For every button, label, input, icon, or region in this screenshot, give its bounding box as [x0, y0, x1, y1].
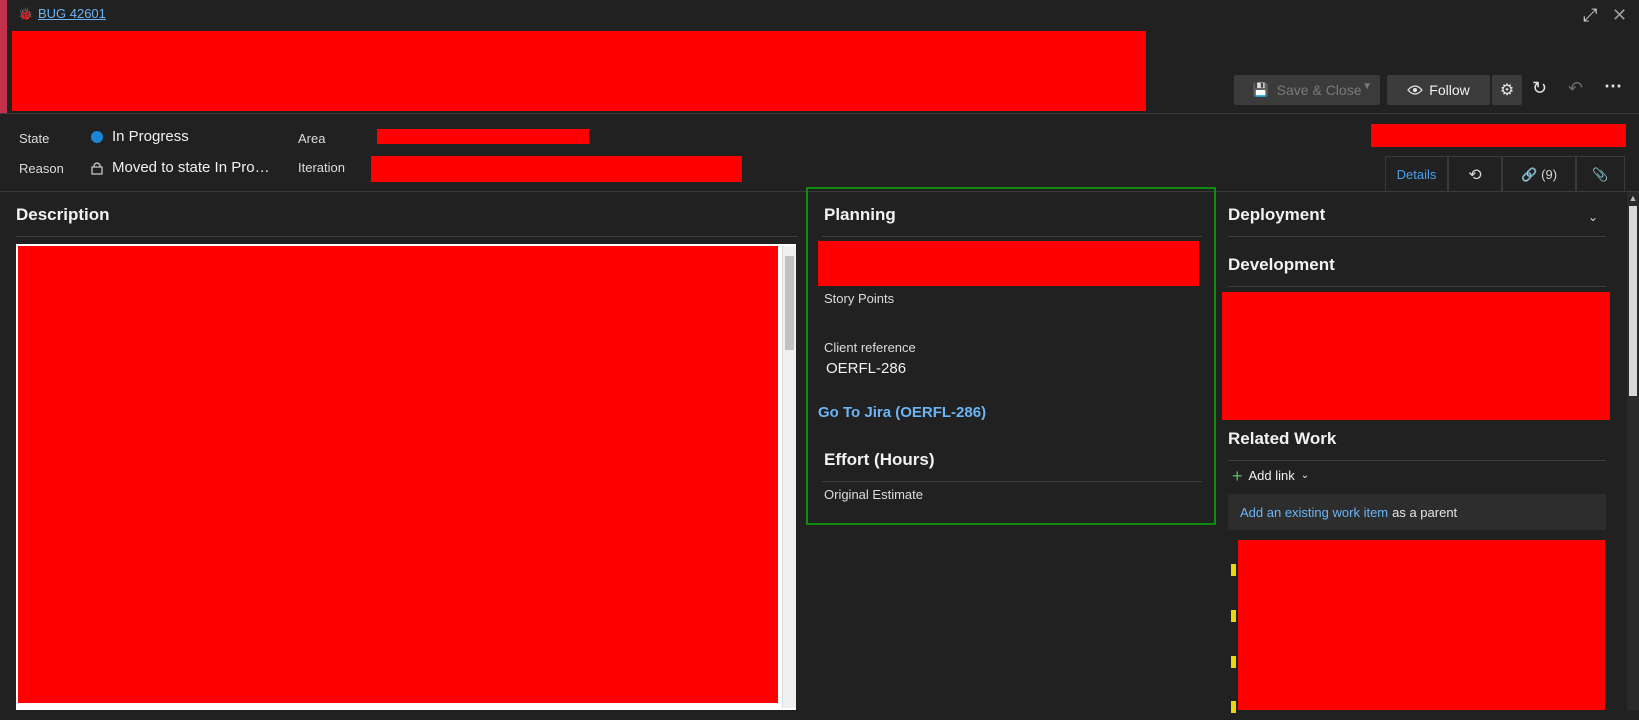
planning-field-redacted[interactable] [818, 241, 1199, 286]
client-reference-label: Client reference [824, 340, 916, 355]
work-item-type-marker [1231, 564, 1236, 576]
planning-highlight-box [806, 187, 1216, 525]
planning-underline [822, 236, 1202, 237]
iteration-label: Iteration [298, 160, 345, 175]
follow-label: Follow [1429, 82, 1470, 98]
work-item-type-marker [1231, 656, 1236, 668]
tab-details[interactable]: Details [1385, 156, 1448, 192]
header-divider [0, 113, 1639, 114]
page-scroll-thumb[interactable] [1629, 206, 1637, 396]
undo-icon[interactable]: ↶ [1568, 78, 1583, 99]
reason-field[interactable]: Moved to state In Pro… [91, 159, 270, 176]
work-item-id[interactable]: 🐞 BUG 42601 [18, 6, 106, 21]
add-link-label: Add link [1248, 468, 1295, 483]
related-work-list-redacted[interactable] [1238, 540, 1605, 710]
lock-icon [91, 161, 103, 175]
scroll-up-arrow-icon[interactable]: ▲ [1628, 193, 1638, 203]
title-redacted[interactable] [12, 31, 1146, 111]
state-label: State [19, 131, 50, 146]
related-work-underline [1228, 460, 1606, 461]
area-value-redacted[interactable] [377, 129, 589, 144]
top-right-redacted [1371, 124, 1626, 147]
tab-attachments[interactable]: 📎 [1576, 156, 1625, 192]
work-item-id-link[interactable]: BUG 42601 [38, 6, 106, 21]
description-scroll-thumb[interactable] [785, 256, 794, 350]
tab-history[interactable]: ⟲ [1448, 156, 1502, 192]
page-scrollbar[interactable]: ▲ [1627, 192, 1639, 710]
chevron-down-icon[interactable]: ▼ [1362, 81, 1372, 92]
development-underline [1228, 286, 1606, 287]
development-title: Development [1228, 255, 1335, 274]
save-close-label: Save & Close [1276, 82, 1362, 98]
client-reference-value[interactable]: OERFL-286 [826, 360, 906, 377]
links-count: (9) [1541, 167, 1558, 182]
reason-label: Reason [19, 161, 64, 176]
gear-icon: ⚙ [1499, 82, 1515, 99]
planning-title: Planning [824, 205, 896, 224]
story-points-label: Story Points [824, 291, 895, 306]
description-content-redacted [18, 246, 778, 703]
deployment-title[interactable]: Deployment [1228, 205, 1325, 225]
iteration-value-redacted[interactable] [371, 156, 742, 182]
state-field[interactable]: In Progress [91, 128, 189, 145]
history-icon: ⟲ [1468, 166, 1482, 184]
paperclip-icon: 📎 [1592, 166, 1609, 182]
close-icon[interactable]: ✕ [1612, 6, 1627, 24]
development-content-redacted [1222, 292, 1610, 420]
state-dot-icon [91, 130, 103, 143]
chevron-down-icon[interactable]: ⌄ [1588, 210, 1598, 224]
description-underline [16, 236, 798, 237]
settings-button[interactable]: ⚙ [1492, 75, 1522, 105]
more-actions-icon[interactable]: ⋯ [1604, 76, 1622, 97]
work-item-type-marker [1231, 701, 1236, 713]
deployment-underline [1228, 236, 1606, 237]
refresh-icon[interactable]: ↻ [1532, 78, 1547, 99]
as-parent-text: as a parent [1392, 504, 1458, 520]
form-tabs: Details ⟲ 🔗 (9) 📎 [1385, 156, 1625, 192]
save-close-button[interactable]: 💾 Save & Close ▼ [1234, 75, 1380, 105]
state-value: In Progress [112, 128, 189, 145]
plus-icon: + [1232, 465, 1243, 486]
related-work-title: Related Work [1228, 429, 1337, 448]
work-item-type-marker [1231, 610, 1236, 622]
add-parent-box: Add an existing work item as a parent [1228, 494, 1606, 530]
expand-icon[interactable]: ⤢ [1583, 6, 1597, 24]
follow-button[interactable]: Follow [1387, 75, 1490, 105]
effort-underline [822, 481, 1202, 482]
description-title: Description [16, 205, 110, 224]
link-icon: 🔗 [1520, 166, 1538, 182]
area-label: Area [298, 131, 326, 146]
original-estimate-label: Original Estimate [824, 487, 923, 502]
add-existing-work-item-link[interactable]: Add an existing work item [1240, 505, 1388, 520]
chevron-down-icon: ⌄ [1300, 470, 1310, 481]
save-icon: 💾 [1252, 82, 1269, 97]
description-scrollbar[interactable] [782, 246, 796, 708]
tab-details-label: Details [1396, 167, 1437, 182]
work-item-type-color-bar [0, 0, 7, 113]
add-link-button[interactable]: + Add link ⌄ [1232, 465, 1310, 486]
effort-title: Effort (Hours) [824, 450, 935, 469]
eye-icon [1407, 85, 1424, 95]
reason-value: Moved to state In Pro… [112, 159, 270, 176]
go-to-jira-link[interactable]: Go To Jira (OERFL-286) [818, 404, 986, 421]
tab-links[interactable]: 🔗 (9) [1502, 156, 1576, 192]
bug-icon: 🐞 [18, 6, 33, 21]
